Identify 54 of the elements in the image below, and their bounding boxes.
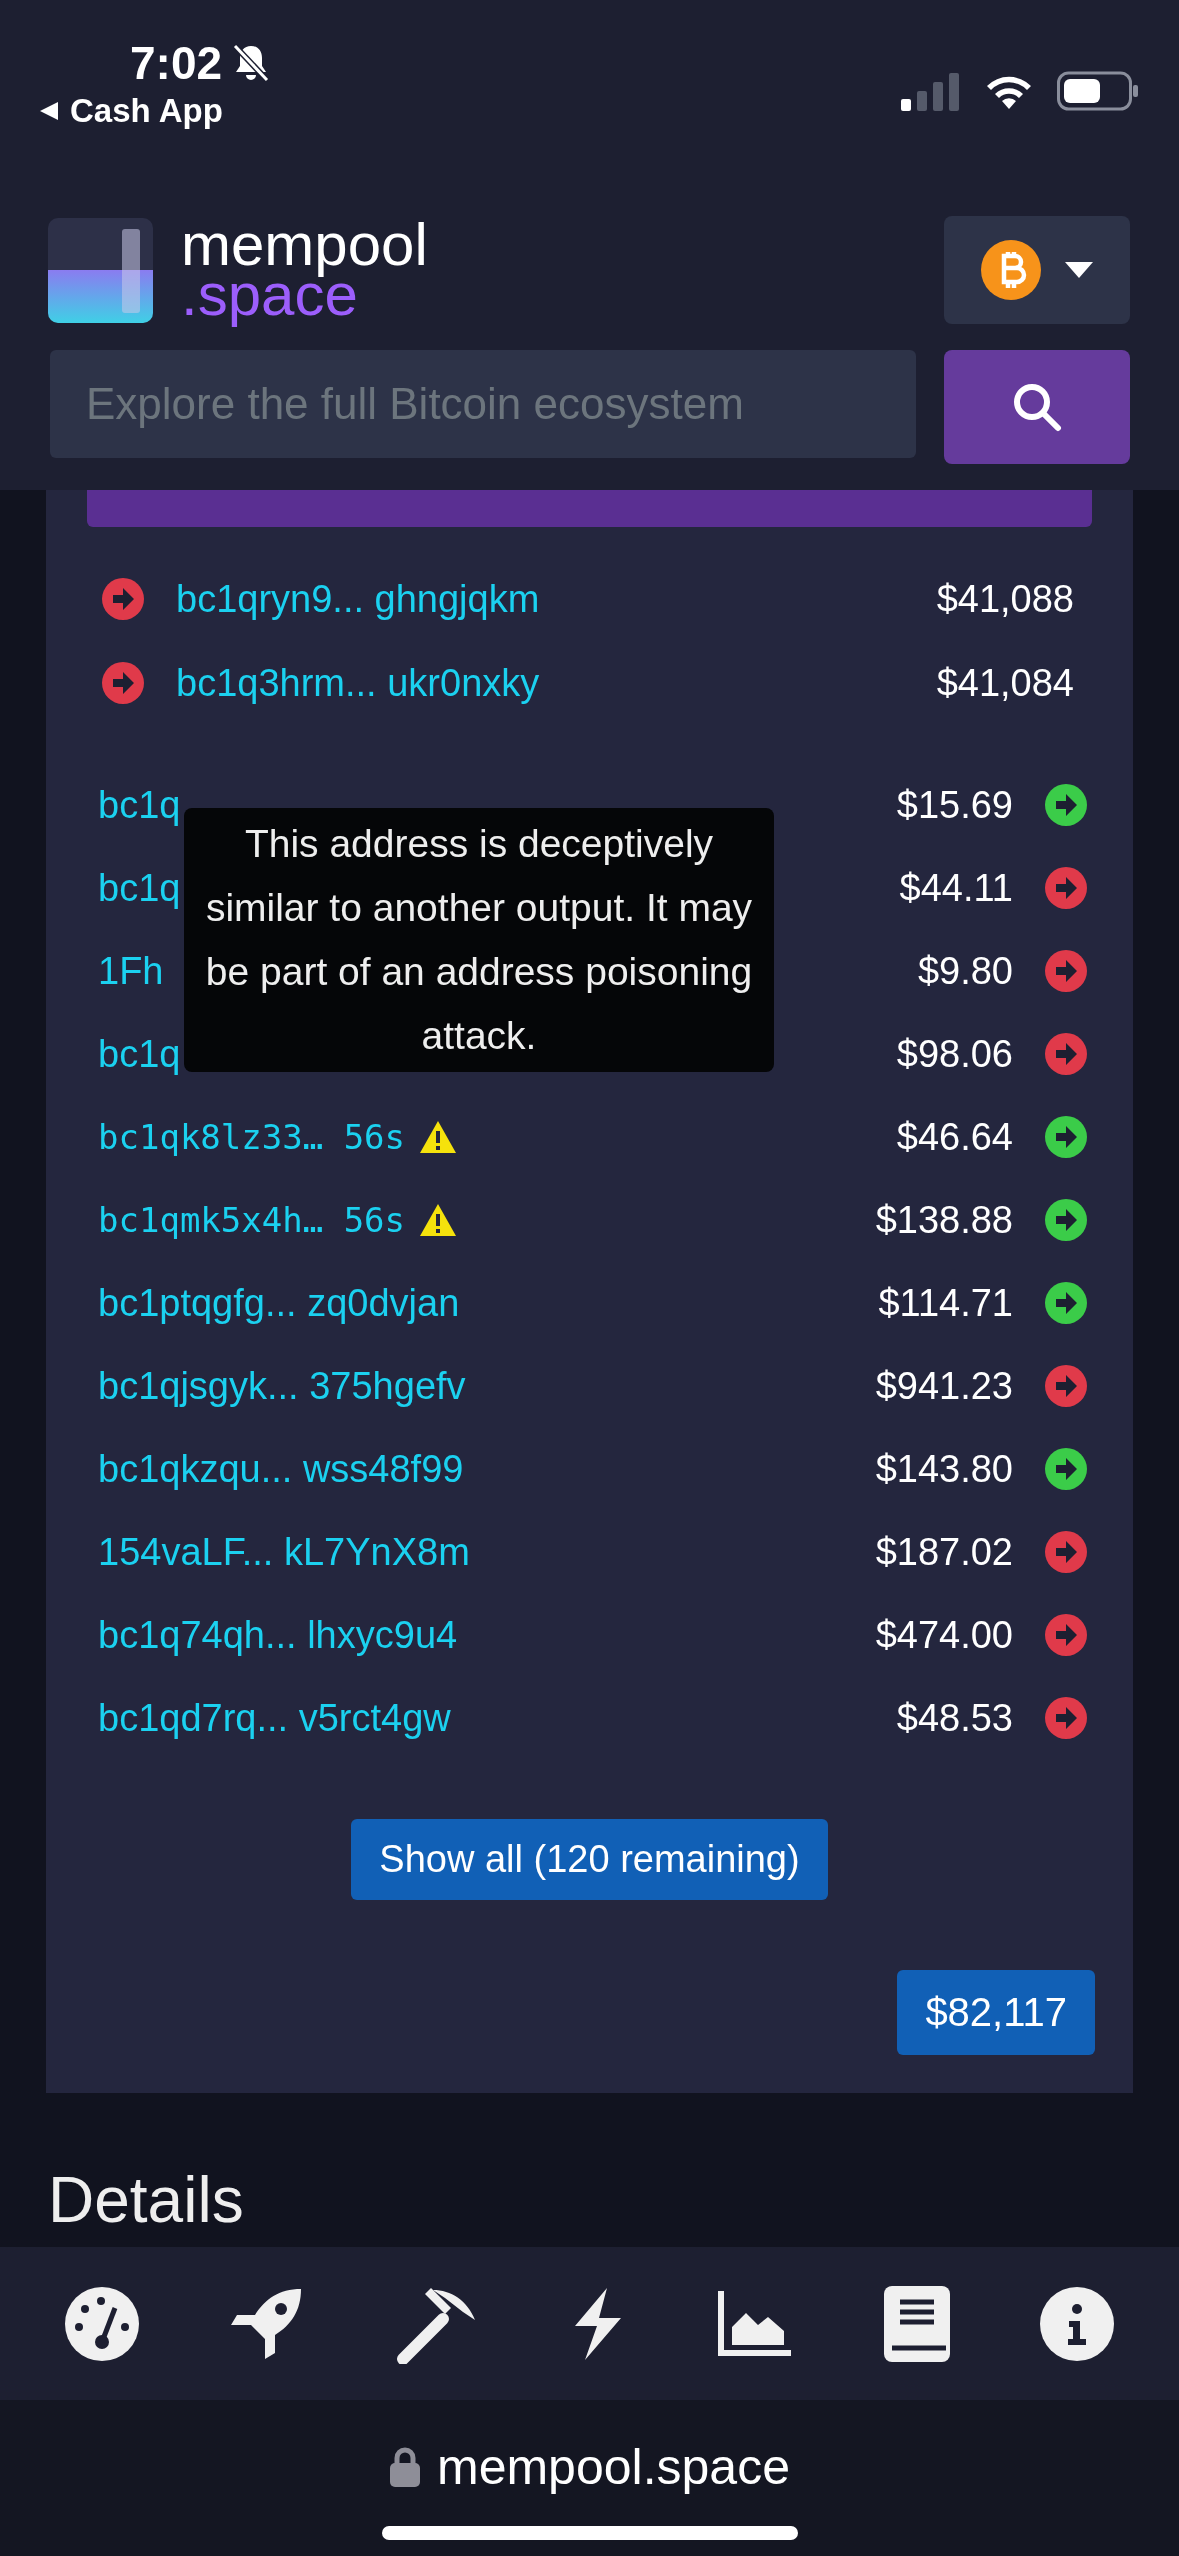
warning-icon[interactable] [419, 1203, 458, 1237]
amount-text: $143.80 [875, 1447, 1013, 1491]
address-link[interactable]: bc1q [98, 866, 181, 910]
back-app-link[interactable]: Cash App [70, 92, 223, 130]
amount-text: $46.64 [896, 1115, 1013, 1159]
details-heading: Details [48, 2163, 245, 2237]
logo-icon[interactable] [48, 217, 153, 323]
amount-text: $98.06 [896, 1032, 1013, 1076]
amount-text: $9.80 [917, 949, 1013, 993]
book-icon[interactable] [883, 2285, 950, 2362]
address-link[interactable]: bc1q74qh... lhxyc9u4 [98, 1613, 458, 1657]
search-field[interactable]: Explore the full Bitcoin ecosystem [50, 350, 916, 458]
address-link[interactable]: bc1qk8lz33… 56s [98, 1117, 406, 1157]
address-link[interactable]: bc1qkzqu... wss48f99 [98, 1447, 464, 1491]
amount-text: $44.11 [899, 866, 1013, 910]
caret-icon [1065, 262, 1093, 278]
address-link[interactable]: bc1q3hrm... ukr0nxky [176, 661, 937, 705]
info-icon[interactable] [1039, 2286, 1114, 2361]
dashboard-gauge-icon[interactable] [65, 2286, 140, 2361]
address-link[interactable]: bc1qmk5x4h… 56s [98, 1200, 406, 1240]
amount-text: $41,088 [936, 577, 1074, 621]
address-link[interactable]: bc1q [98, 783, 181, 827]
area-chart-icon[interactable] [717, 2288, 794, 2359]
logo-wordmark[interactable]: mempool [181, 212, 428, 278]
search-button[interactable] [944, 350, 1130, 464]
address-link[interactable]: bc1ptqgfg... zq0dvjan [98, 1281, 460, 1325]
amount-text: $941.23 [875, 1364, 1013, 1408]
lock-icon [389, 2446, 421, 2488]
address-link[interactable]: bc1qryn9... ghngjqkm [176, 577, 937, 621]
warning-icon[interactable] [419, 1120, 458, 1154]
warning-tooltip: This address is deceptively similar to another output. It may be part of an address poisoning attack. [184, 808, 774, 1072]
amount-text: $15.69 [896, 783, 1013, 827]
amount-text: $474.00 [875, 1613, 1013, 1657]
show-all-button[interactable]: Show all (120 remaining) [351, 1819, 828, 1900]
url-text[interactable]: mempool.space [437, 2438, 790, 2496]
amount-text: $187.02 [875, 1530, 1013, 1574]
address-link[interactable]: bc1qjsgyk... 375hgefv [98, 1364, 466, 1408]
signal-icon [901, 71, 961, 111]
total-amount-button[interactable]: $82,117 [897, 1970, 1095, 2055]
rocket-icon[interactable] [229, 2286, 304, 2361]
address-link[interactable]: 1Fh [98, 949, 164, 993]
battery-icon [1057, 71, 1139, 111]
address-link[interactable]: bc1qd7rq... v5rct4gw [98, 1696, 451, 1740]
amount-text: $114.71 [878, 1281, 1013, 1325]
amount-text: $41,084 [936, 661, 1074, 705]
network-selector[interactable] [944, 216, 1130, 324]
amount-text: $48.53 [896, 1696, 1013, 1740]
search-icon [1012, 382, 1062, 432]
back-triangle-icon[interactable] [38, 100, 60, 122]
address-link[interactable]: bc1q [98, 1032, 181, 1076]
amount-text: $138.88 [875, 1198, 1013, 1242]
bitcoin-coin-icon [981, 240, 1041, 300]
status-time: 7:02 [130, 36, 223, 90]
address-link[interactable]: 154vaLF... kL7YnX8m [98, 1530, 470, 1574]
